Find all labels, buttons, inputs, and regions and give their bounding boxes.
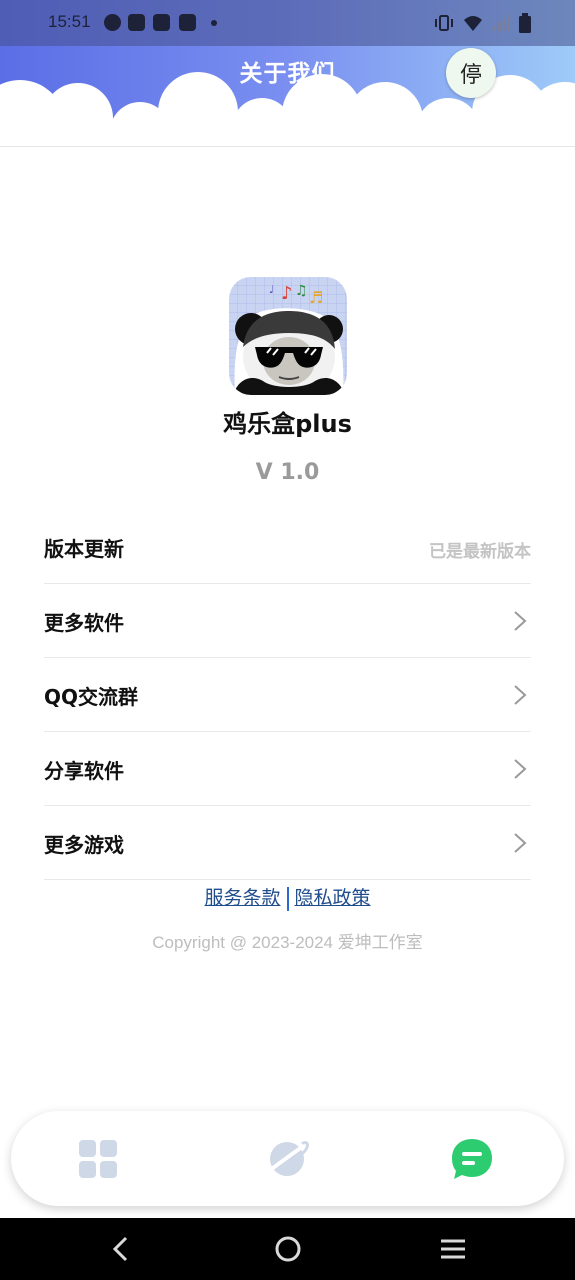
chevron-right-icon (514, 611, 527, 631)
header-divider (0, 146, 575, 147)
home-icon[interactable] (274, 1235, 302, 1263)
more-notifications-icon (211, 20, 217, 26)
settings-list: 版本更新 已是最新版本 更多软件 QQ交流群 分享软件 更多游戏 (44, 510, 531, 880)
app-version: V 1.0 (255, 460, 320, 485)
menu-item-more-software[interactable]: 更多软件 (44, 584, 531, 658)
svg-text:♪: ♪ (281, 283, 293, 304)
app-icon: ♪ ♫ ♬ ♩ (229, 277, 347, 395)
menu-item-label: 更多游戏 (44, 833, 124, 857)
recent-apps-icon[interactable] (439, 1235, 467, 1263)
header: 15:51 关于我们 停 (0, 0, 575, 148)
svg-text:♫: ♫ (295, 283, 308, 299)
grid-icon[interactable] (75, 1135, 123, 1183)
menu-item-label: 分享软件 (44, 759, 124, 783)
svg-text:♬: ♬ (309, 288, 323, 307)
back-icon[interactable] (110, 1235, 134, 1263)
status-bar: 15:51 (0, 0, 575, 46)
menu-item-more-games[interactable]: 更多游戏 (44, 806, 531, 880)
app-name: 鸡乐盒plus (223, 410, 352, 438)
svg-text:♩: ♩ (269, 283, 274, 296)
stop-button[interactable]: 停 (446, 48, 496, 98)
chat-icon[interactable] (448, 1135, 496, 1183)
bottom-tab-bar (11, 1111, 564, 1206)
battery-icon (519, 13, 531, 33)
chevron-right-icon (514, 685, 527, 705)
system-navigation-bar (0, 1218, 575, 1280)
planet-icon[interactable] (263, 1135, 311, 1183)
notification-icon (104, 14, 121, 31)
status-time: 15:51 (48, 12, 91, 31)
mail-icon (153, 14, 170, 31)
copyright-text: Copyright @ 2023-2024 爱坤工作室 (152, 933, 423, 952)
version-status: 已是最新版本 (429, 542, 531, 562)
notification-icon (128, 14, 145, 31)
menu-item-qq-group[interactable]: QQ交流群 (44, 658, 531, 732)
legal-links: 服务条款 隐私政策 (0, 883, 575, 911)
link-divider (286, 886, 289, 911)
terms-of-service-link[interactable]: 服务条款 (204, 887, 280, 909)
menu-item-label: 更多软件 (44, 611, 124, 635)
mail-icon (179, 14, 196, 31)
signal-icon (493, 15, 509, 31)
menu-item-share-software[interactable]: 分享软件 (44, 732, 531, 806)
chevron-right-icon (514, 833, 527, 853)
menu-item-label: 版本更新 (44, 537, 124, 561)
wifi-icon (464, 16, 482, 31)
menu-item-label: QQ交流群 (44, 685, 139, 709)
privacy-policy-link[interactable]: 隐私政策 (295, 887, 371, 909)
chevron-right-icon (514, 759, 527, 779)
vibrate-icon (435, 15, 453, 31)
menu-item-version-update[interactable]: 版本更新 已是最新版本 (44, 510, 531, 584)
